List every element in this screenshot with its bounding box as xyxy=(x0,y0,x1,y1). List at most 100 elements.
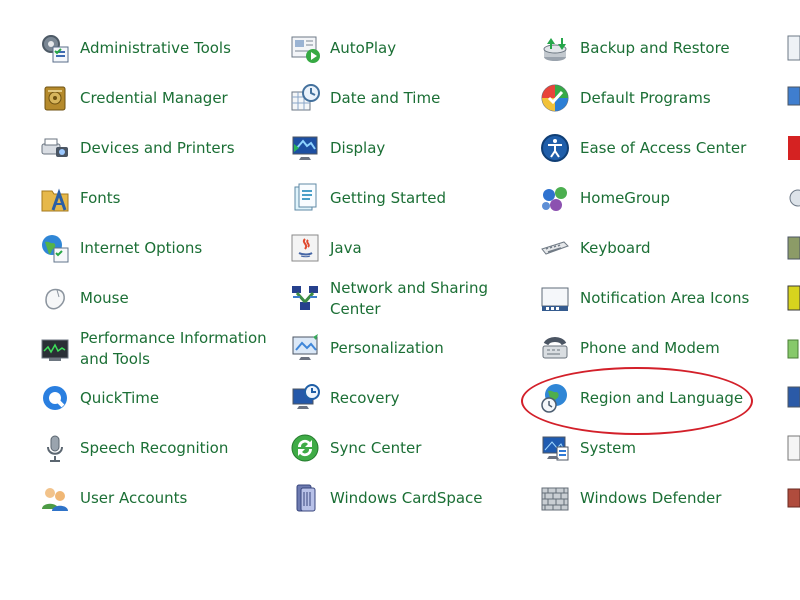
credential-manager-label: Credential Manager xyxy=(80,88,228,107)
autoplay-label: AutoPlay xyxy=(330,38,397,57)
backup-restore-label: Backup and Restore xyxy=(580,38,730,57)
region-language-item[interactable]: Region and Language xyxy=(538,378,778,418)
cardspace-item[interactable]: Windows CardSpace xyxy=(288,478,528,518)
network-sharing-label: Network and Sharing Center xyxy=(330,279,488,318)
java-label: Java xyxy=(330,238,362,257)
admin-tools-item[interactable]: Administrative Tools xyxy=(38,28,278,68)
ease-of-access-item[interactable]: Ease of Access Center xyxy=(538,128,778,168)
display-label: Display xyxy=(330,138,386,157)
cardspace-icon xyxy=(288,481,322,515)
keyboard-label: Keyboard xyxy=(580,238,651,257)
devices-printers-icon xyxy=(38,131,72,165)
default-programs-label: Default Programs xyxy=(580,88,711,107)
fonts-label: Fonts xyxy=(80,188,121,207)
quicktime-label: QuickTime xyxy=(80,388,160,407)
microphone-icon xyxy=(38,431,72,465)
quicktime-item[interactable]: QuickTime xyxy=(38,378,278,418)
personalization-icon xyxy=(288,331,322,365)
system-label: System xyxy=(580,438,636,457)
getting-started-label: Getting Started xyxy=(330,188,446,207)
partial-column-icon xyxy=(786,382,800,414)
default-programs-item[interactable]: Default Programs xyxy=(538,78,778,118)
network-sharing-item[interactable]: Network and Sharing Center xyxy=(288,278,528,320)
phone-modem-icon xyxy=(538,331,572,365)
partial-column-icon xyxy=(786,432,800,464)
speech-recognition-label: Speech Recognition xyxy=(80,438,229,457)
homegroup-item[interactable]: HomeGroup xyxy=(538,178,778,218)
performance-item[interactable]: Performance Information and Tools xyxy=(38,328,278,370)
partial-column-icon xyxy=(786,232,800,264)
notification-area-item[interactable]: Notification Area Icons xyxy=(538,278,778,318)
windows-defender-icon xyxy=(538,481,572,515)
getting-started-item[interactable]: Getting Started xyxy=(288,178,528,218)
keyboard-icon xyxy=(538,231,572,265)
fonts-item[interactable]: Fonts xyxy=(38,178,278,218)
performance-icon xyxy=(38,332,72,366)
recovery-icon xyxy=(288,381,322,415)
region-language-label: Region and Language xyxy=(580,388,744,407)
sync-center-icon xyxy=(288,431,322,465)
admin-tools-label: Administrative Tools xyxy=(80,38,231,57)
credential-manager-icon xyxy=(38,81,72,115)
java-icon xyxy=(288,231,322,265)
devices-printers-item[interactable]: Devices and Printers xyxy=(38,128,278,168)
devices-printers-label: Devices and Printers xyxy=(80,138,235,157)
mouse-label: Mouse xyxy=(80,288,129,307)
user-accounts-icon xyxy=(38,481,72,515)
windows-defender-label: Windows Defender xyxy=(580,488,722,507)
recovery-item[interactable]: Recovery xyxy=(288,378,528,418)
partial-column-icon xyxy=(786,132,800,164)
display-icon xyxy=(288,131,322,165)
region-language-icon xyxy=(538,381,572,415)
partial-column-icon xyxy=(786,332,800,364)
internet-options-item[interactable]: Internet Options xyxy=(38,228,278,268)
homegroup-label: HomeGroup xyxy=(580,188,670,207)
mouse-icon xyxy=(38,281,72,315)
homegroup-icon xyxy=(538,181,572,215)
partial-column-icon xyxy=(786,32,800,64)
phone-modem-label: Phone and Modem xyxy=(580,338,720,357)
partial-column-icon xyxy=(786,182,800,214)
notification-area-label: Notification Area Icons xyxy=(580,288,750,307)
ease-of-access-icon xyxy=(538,131,572,165)
autoplay-icon xyxy=(288,31,322,65)
performance-label: Performance Information and Tools xyxy=(80,329,267,368)
personalization-label: Personalization xyxy=(330,338,444,357)
phone-modem-item[interactable]: Phone and Modem xyxy=(538,328,778,368)
sync-center-item[interactable]: Sync Center xyxy=(288,428,528,468)
internet-options-label: Internet Options xyxy=(80,238,203,257)
partial-column-icon xyxy=(786,482,800,514)
display-item[interactable]: Display xyxy=(288,128,528,168)
user-accounts-label: User Accounts xyxy=(80,488,188,507)
date-time-label: Date and Time xyxy=(330,88,441,107)
speech-recognition-item[interactable]: Speech Recognition xyxy=(38,428,278,468)
credential-manager-item[interactable]: Credential Manager xyxy=(38,78,278,118)
autoplay-item[interactable]: AutoPlay xyxy=(288,28,528,68)
partial-column-icon xyxy=(786,82,800,114)
personalization-item[interactable]: Personalization xyxy=(288,328,528,368)
ease-of-access-label: Ease of Access Center xyxy=(580,138,747,157)
cardspace-label: Windows CardSpace xyxy=(330,488,483,507)
fonts-icon xyxy=(38,181,72,215)
notification-area-icon xyxy=(538,281,572,315)
default-programs-icon xyxy=(538,81,572,115)
sync-center-label: Sync Center xyxy=(330,438,422,457)
mouse-item[interactable]: Mouse xyxy=(38,278,278,318)
network-sharing-icon xyxy=(288,282,322,316)
getting-started-icon xyxy=(288,181,322,215)
recovery-label: Recovery xyxy=(330,388,400,407)
java-item[interactable]: Java xyxy=(288,228,528,268)
date-time-item[interactable]: Date and Time xyxy=(288,78,528,118)
backup-restore-item[interactable]: Backup and Restore xyxy=(538,28,778,68)
internet-options-icon xyxy=(38,231,72,265)
system-item[interactable]: System xyxy=(538,428,778,468)
backup-restore-icon xyxy=(538,31,572,65)
partial-column-icon xyxy=(786,282,800,314)
user-accounts-item[interactable]: User Accounts xyxy=(38,478,278,518)
keyboard-item[interactable]: Keyboard xyxy=(538,228,778,268)
date-time-icon xyxy=(288,81,322,115)
quicktime-icon xyxy=(38,381,72,415)
admin-tools-icon xyxy=(38,31,72,65)
control-panel-items: Administrative Tools Credential Manager … xyxy=(0,0,800,600)
windows-defender-item[interactable]: Windows Defender xyxy=(538,478,778,518)
